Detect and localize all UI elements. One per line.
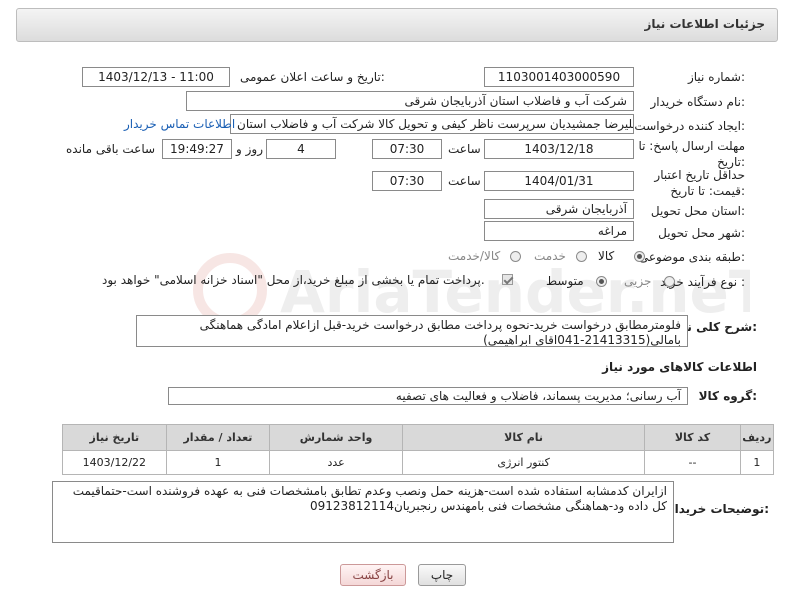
requester-field: علیرضا جمشیدیان سرپرست ناظر کیفی و تحویل… [230, 114, 634, 134]
goods-group-field: آب رسانی؛ مدیریت پسماند، فاضلاب و فعالیت… [168, 387, 688, 405]
reply-deadline-date: 1403/12/18 [484, 139, 634, 159]
category-option-both: کالا/خدمت [448, 249, 501, 263]
cell-name: کنتور انرژی [401, 450, 646, 475]
delivery-province-field: آذربایجان شرقی [484, 199, 634, 219]
process-radio-medium[interactable] [596, 276, 607, 287]
treasury-payment-checkbox[interactable] [502, 274, 513, 285]
price-validity-date: 1404/01/31 [484, 171, 634, 191]
category-label: طبقه بندی موضوعی: [638, 250, 745, 264]
cell-code: -- [644, 450, 741, 475]
table-row: 1 -- کنتور انرژی عدد 1 1403/12/22 [62, 450, 775, 475]
category-option-service: خدمت [534, 249, 566, 263]
buyer-org-field: شرکت آب و فاضلاب استان آذربایجان شرقی [186, 91, 634, 111]
need-number-field: 1103001403000590 [484, 67, 634, 87]
delivery-city-field: مراغه [484, 221, 634, 241]
price-validity-time-label: ساعت [448, 174, 481, 188]
reply-days-field: 4 [266, 139, 336, 159]
page-title: جزئیات اطلاعات نیاز [644, 17, 765, 31]
process-option-medium: متوسط [546, 274, 584, 288]
announce-datetime-field: 1403/12/13 - 11:00 [82, 67, 230, 87]
goods-group-label: گروه کالا: [698, 389, 757, 403]
reply-time-label: ساعت [448, 142, 481, 156]
process-radio-minor[interactable] [664, 276, 675, 287]
cell-unit: عدد [269, 450, 403, 475]
cell-qty: 1 [165, 450, 271, 475]
category-radio-goods[interactable] [634, 251, 645, 262]
remaining-time-field: 19:49:27 [162, 139, 232, 159]
col-name-header: نام کالا [401, 424, 646, 451]
category-radio-both[interactable] [510, 251, 521, 262]
cell-row: 1 [739, 450, 775, 475]
requester-label: ایجاد کننده درخواست: [634, 119, 745, 133]
need-number-label: شماره نیاز: [687, 70, 745, 84]
process-option-minor: جزیی [624, 274, 652, 288]
reply-deadline-time: 07:30 [372, 139, 442, 159]
reply-days-label: روز و [236, 142, 263, 156]
delivery-province-label: استان محل تحویل: [650, 204, 745, 218]
buyer-contact-link[interactable]: اطلاعات تماس خریدار [124, 117, 235, 131]
buyer-notes-label: توضیحات خریدار: [667, 502, 769, 516]
category-radio-service[interactable] [576, 251, 587, 262]
category-option-goods: کالا [598, 249, 615, 263]
buyer-notes-field: ازایران کدمشابه استفاده شده است-هزینه حم… [52, 481, 674, 543]
remaining-time-label: ساعت باقی مانده [66, 142, 156, 156]
col-date-header: تاریخ نیاز [62, 424, 167, 451]
items-table: ردیف کد کالا نام کالا واحد شمارش تعداد /… [62, 424, 775, 475]
delivery-city-label: شهر محل تحویل: [658, 226, 745, 240]
goods-section-title: اطلاعات کالاهای مورد نیاز [602, 360, 757, 374]
treasury-payment-note: پرداخت تمام یا بخشی از مبلغ خرید،از محل … [102, 273, 485, 287]
table-header-row: ردیف کد کالا نام کالا واحد شمارش تعداد /… [62, 424, 775, 451]
price-validity-label: حداقل تاریخ اعتبار قیمت: تا تاریخ: [654, 168, 745, 198]
print-button[interactable]: چاپ [418, 564, 466, 586]
back-button[interactable]: بازگشت [340, 564, 406, 586]
price-validity-time: 07:30 [372, 171, 442, 191]
col-unit-header: واحد شمارش [269, 424, 403, 451]
announce-datetime-label: تاریخ و ساعت اعلان عمومی: [240, 70, 385, 84]
col-row-header: ردیف [739, 424, 775, 451]
buyer-org-label: نام دستگاه خریدار: [650, 95, 746, 109]
col-qty-header: تعداد / مقدار [165, 424, 271, 451]
cell-date: 1403/12/22 [62, 450, 167, 475]
reply-deadline-label: مهلت ارسال پاسخ: تا تاریخ: [638, 139, 745, 169]
panel-header: جزئیات اطلاعات نیاز [16, 8, 778, 42]
col-code-header: کد کالا [644, 424, 741, 451]
general-desc-field: فلومترمطابق درخواست خرید-نحوه پرداخت مطا… [136, 315, 688, 347]
